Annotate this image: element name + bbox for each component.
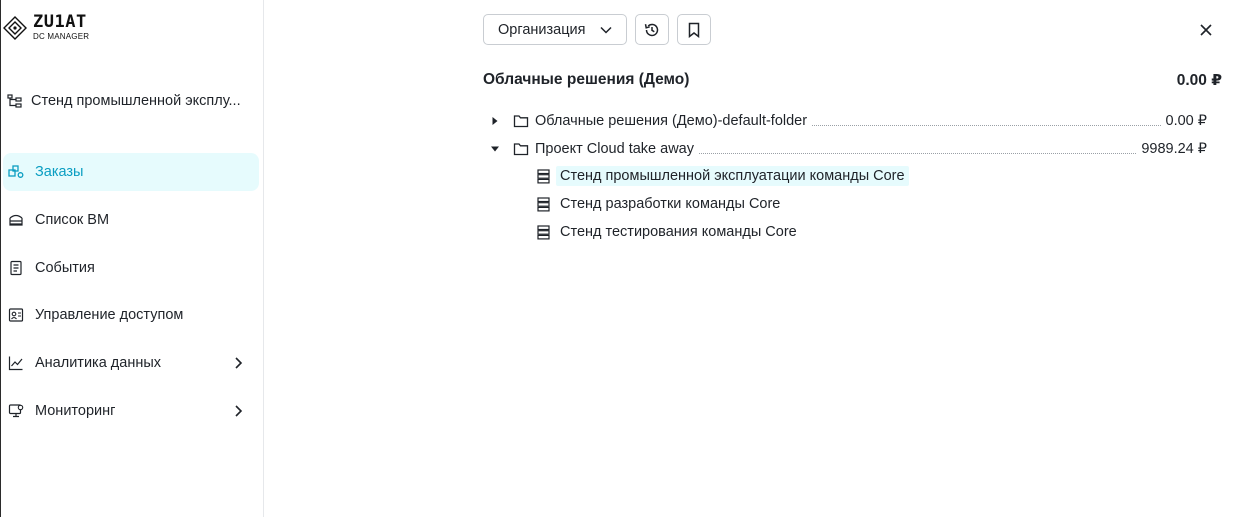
close-icon: [1200, 24, 1212, 36]
server-stack-icon: [532, 168, 554, 184]
sidebar-item-orders[interactable]: Заказы: [3, 153, 259, 191]
chevron-down-icon: [600, 26, 612, 34]
sidebar-item-label: События: [35, 260, 95, 276]
monitoring-icon: [7, 402, 25, 420]
organization-select-value: Организация: [498, 21, 586, 38]
logo-text: ZU1AT: [33, 12, 87, 32]
organization-select[interactable]: Организация: [483, 14, 627, 45]
tree-row-default-folder[interactable]: Облачные решения (Демо)-default-folder 0…: [483, 110, 1207, 132]
collapse-caret-icon[interactable]: [483, 145, 507, 153]
bookmark-button[interactable]: [677, 14, 711, 45]
sidebar-item-monitoring[interactable]: Мониторинг: [3, 392, 259, 430]
total-amount: 0.00 ₽: [1176, 72, 1222, 89]
events-icon: [7, 259, 25, 277]
tree-row-label: Облачные решения (Демо)-default-folder: [535, 113, 808, 129]
bookmark-icon: [688, 22, 700, 38]
app-logo[interactable]: ZU1AT DC MANAGER: [3, 14, 89, 41]
toolbar: Организация: [483, 14, 711, 45]
logo-subtitle: DC MANAGER: [33, 32, 90, 41]
expand-caret-icon[interactable]: [483, 116, 507, 126]
sidebar-item-label: Управление доступом: [35, 307, 184, 323]
tree-leaf-prod-stand[interactable]: Стенд промышленной эксплуатации команды …: [532, 165, 909, 187]
sidebar-item-access[interactable]: Управление доступом: [3, 296, 259, 334]
vm-list-icon: [7, 211, 25, 229]
folder-icon: [507, 114, 535, 128]
tree-leaf-label: Стенд промышленной эксплуатации команды …: [556, 166, 909, 186]
sidebar: ZU1AT DC MANAGER Стенд промышленной эксп…: [0, 0, 264, 517]
chevron-right-icon: [235, 357, 243, 369]
tree-leaf-label: Стенд тестирования команды Core: [560, 224, 797, 240]
logo-mark-icon: [3, 15, 27, 40]
context-label: Стенд промышленной эксплу...: [31, 93, 241, 109]
context-selector[interactable]: Стенд промышленной эксплу...: [7, 90, 257, 112]
folder-icon: [507, 142, 535, 156]
history-button[interactable]: [635, 14, 669, 45]
sidebar-item-label: Аналитика данных: [35, 355, 162, 371]
tree-row-label: Проект Cloud take away: [535, 141, 694, 157]
tree-leaf-label: Стенд разработки команды Core: [560, 196, 781, 212]
tree-row-project[interactable]: Проект Cloud take away 9989.24 ₽: [483, 138, 1207, 160]
sidebar-item-events[interactable]: События: [3, 249, 259, 287]
history-icon: [644, 23, 659, 36]
sidebar-item-label: Список ВМ: [35, 212, 110, 228]
sidebar-item-label: Заказы: [35, 164, 84, 180]
chevron-right-icon: [235, 405, 243, 417]
server-stack-icon: [532, 196, 554, 212]
tree-leaf-dev-stand[interactable]: Стенд разработки команды Core: [532, 193, 784, 215]
sidebar-item-vm-list[interactable]: Список ВМ: [3, 201, 259, 239]
orders-icon: [7, 163, 25, 181]
sidebar-item-label: Мониторинг: [35, 403, 116, 419]
tree-row-amount: 0.00 ₽: [1165, 113, 1207, 129]
page-title: Облачные решения (Демо): [483, 71, 690, 88]
dotted-leader: [812, 124, 1161, 126]
hierarchy-icon: [7, 94, 22, 108]
server-stack-icon: [532, 224, 554, 240]
dotted-leader: [699, 152, 1137, 154]
analytics-icon: [7, 354, 25, 372]
sidebar-item-analytics[interactable]: Аналитика данных: [3, 344, 259, 382]
close-button[interactable]: [1196, 20, 1216, 40]
access-icon: [7, 306, 25, 324]
tree-row-amount: 9989.24 ₽: [1141, 141, 1207, 157]
tree-leaf-test-stand[interactable]: Стенд тестирования команды Core: [532, 221, 801, 243]
